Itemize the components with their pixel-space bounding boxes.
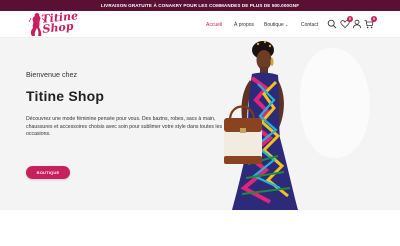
hero-description: Découvrez une mode féminine pensée pour … [26,116,223,138]
hero-title: Titine Shop [26,88,105,104]
search-icon[interactable] [327,19,337,29]
shop-button[interactable]: BOUTIQUE [26,166,70,179]
nav-item-accueil[interactable]: Accueil [206,22,222,28]
hero-section: Bienvenue chez Titine Shop Découvrez une… [0,38,400,210]
nav-item-contact[interactable]: Contact [301,22,318,28]
cart-button[interactable]: 0 [364,16,377,29]
promo-banner: LIVRAISON GRATUITE À CONAKRY POUR LES CO… [0,0,400,11]
logo-text: Titine Shop [40,9,79,36]
cart-count-badge: 0 [371,16,377,22]
header-navbar: Titine Shop Accueil À propos Boutique⌄ C… [0,9,400,38]
nav-item-boutique[interactable]: Boutique⌄ [264,22,288,28]
wishlist-button[interactable]: 0 [340,16,353,29]
nav-item-boutique-label: Boutique [264,21,284,28]
user-icon[interactable] [352,19,362,29]
hero-model-image [224,40,298,210]
promo-text: LIVRAISON GRATUITE À CONAKRY POUR LES CO… [100,3,300,8]
hero-subtitle: Bienvenue chez [26,70,78,79]
nav-item-a-propos[interactable]: À propos [234,22,254,28]
site-logo[interactable]: Titine Shop [28,9,79,37]
page-content-area [0,210,400,246]
chevron-down-icon: ⌄ [284,21,289,27]
